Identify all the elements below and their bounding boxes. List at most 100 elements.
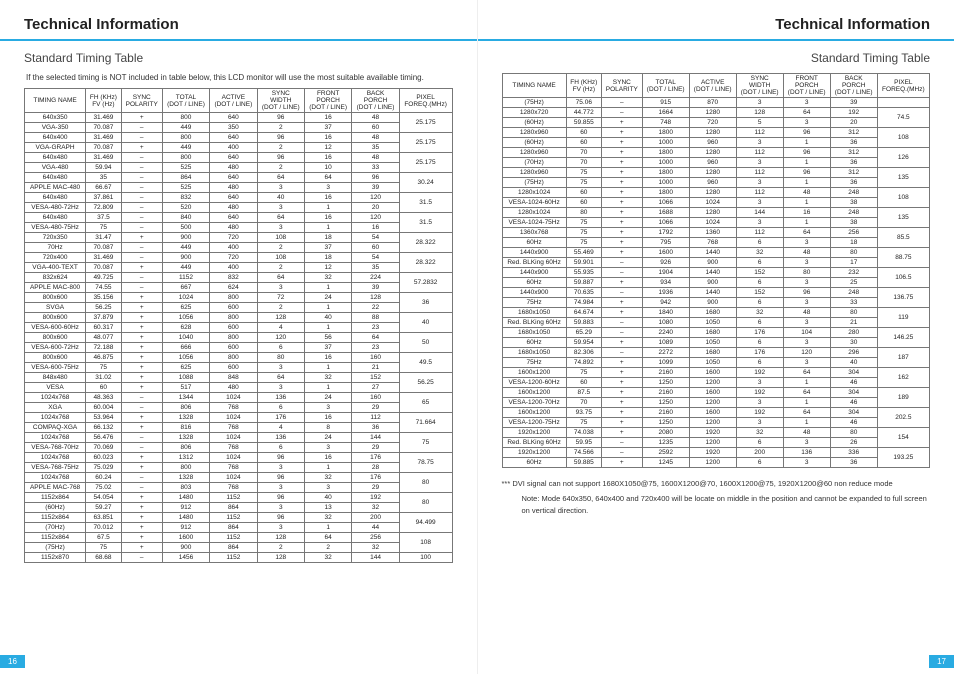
table-row: 1360x76875+179213601126425685.5 <box>502 228 930 238</box>
table-row: VGA-GRAPH70.087+44940021235 <box>25 143 453 153</box>
col-header: BACKPORCH(DOT / LINE) <box>352 89 399 113</box>
table-row: 1024x76853.964+132810241761611271.664 <box>25 413 453 423</box>
table-row: 848x48031.02+1088848643215256.25 <box>25 373 453 383</box>
table-row: 60Hz59.887+9349006325 <box>502 278 930 288</box>
table-row: 70Hz70.087–44940023760 <box>25 243 453 253</box>
page-title-left: Technical Information <box>24 16 453 33</box>
table-row: VESA-600-75Hz75+6256003121 <box>25 363 453 373</box>
table-row: 640x48035–86464064649630.24 <box>25 173 453 183</box>
table-row: APPLE MAC-80074.55–6676243139 <box>25 283 453 293</box>
table-row: Red. BLKing 60Hz59.901–9269006317 <box>502 258 930 268</box>
col-header: TIMING NAME <box>25 89 86 113</box>
table-row: 1152x86467.5+1600115212864256108 <box>25 533 453 543</box>
table-row: 1440x90070.635–1936144015296248136.75 <box>502 288 930 298</box>
table-row: VESA-1200-75Hz75+125012003146 <box>502 418 930 428</box>
table-row: (75Hz)75+10009603136 <box>502 178 930 188</box>
table-row: VESA-768-75Hz75.029+8007683128 <box>25 463 453 473</box>
table-row: (70Hz)70+10009603136 <box>502 158 930 168</box>
table-row: VESA-600-72Hz72.188+66660063723 <box>25 343 453 353</box>
table-row: 1280x96070+1800128011296312126 <box>502 148 930 158</box>
table-row: VESA-480-72Hz72.809–5204803120 <box>25 203 453 213</box>
col-header: SYNCPOLARITY <box>601 74 642 98</box>
table-row: 1280x96075+1800128011296312135 <box>502 168 930 178</box>
subhead-left: Standard Timing Table <box>24 51 453 65</box>
table-row: (70Hz)70.012+9128643144 <box>25 523 453 533</box>
table-row: VESA-600-60Hz60.317+6286004123 <box>25 323 453 333</box>
table-row: 1280x102460+1800128011248248108 <box>502 188 930 198</box>
timing-table-right: TIMING NAMEFH (KHz)FV (Hz)SYNCPOLARITYTO… <box>502 73 931 468</box>
table-row: 720x40031.469–900720108185428.322 <box>25 253 453 263</box>
table-row: 75Hz74.984+9429006333 <box>502 298 930 308</box>
table-row: VESA-480-75Hz75–5004803116 <box>25 223 453 233</box>
col-header: PIXELFOREQ.(MHz) <box>399 89 452 113</box>
col-header: SYNCWIDTH(DOT / LINE) <box>736 74 783 98</box>
table-row: 640x48031.469–80064096164825.175 <box>25 153 453 163</box>
table-row: 1600x120087.5+2160160019264304189 <box>502 388 930 398</box>
table-row: 640x48037.861–832640401612031.5 <box>25 193 453 203</box>
table-row: XGA60.004–8067686329 <box>25 403 453 413</box>
page-title-right: Technical Information <box>502 16 931 33</box>
page-number-right: 17 <box>929 655 954 668</box>
table-row: VESA-1200-70Hz70+125012003146 <box>502 398 930 408</box>
table-row: 800x60037.879+1056800128408840 <box>25 313 453 323</box>
table-row: VESA-1024-75Hz75+106610243138 <box>502 218 930 228</box>
table-row: VGA-48059.94–52548021033 <box>25 163 453 173</box>
table-row: VESA-1200-60Hz60+125012003146 <box>502 378 930 388</box>
table-row: 60Hz59.954+108910506330 <box>502 338 930 348</box>
table-row: 60Hz59.885+124512006336 <box>502 458 930 468</box>
col-header: FRONTPORCH(DOT / LINE) <box>304 89 351 113</box>
table-row: (75Hz)75+9008642232 <box>25 543 453 553</box>
rule <box>0 39 477 41</box>
table-row: 1024x76860.023+13121024961617678.75 <box>25 453 453 463</box>
table-row: 1024x76856.476–132810241362414475 <box>25 433 453 443</box>
page-right: Technical Information Standard Timing Ta… <box>478 0 954 674</box>
table-row: 1600x120093.75+2160160019264304202.5 <box>502 408 930 418</box>
table-row: 640x48037.5–840640641612031.5 <box>25 213 453 223</box>
subhead-right: Standard Timing Table <box>502 51 931 65</box>
table-row: 1152x87068.68–1456115212832144100 <box>25 553 453 563</box>
notes: *** DVI signal can not support 1680X1050… <box>502 478 931 516</box>
table-row: APPLE MAC-48066.67–5254803339 <box>25 183 453 193</box>
note-dvi: *** DVI signal can not support 1680X1050… <box>502 478 931 489</box>
col-header: FH (KHz)FV (Hz) <box>86 89 122 113</box>
table-row: 60Hz75+7957686318 <box>502 238 930 248</box>
table-row: (75Hz)75.06–9158703339 <box>502 98 930 108</box>
table-row: 1440x90055.935–1904144015280232106.5 <box>502 268 930 278</box>
table-row: 1680x105082.306–22721680176120296187 <box>502 348 930 358</box>
col-header: FRONTPORCH(DOT / LINE) <box>783 74 830 98</box>
table-row: SVGA56.25+6256002122 <box>25 303 453 313</box>
table-row: 1024x76860.24–13281024963217680 <box>25 473 453 483</box>
table-row: 1280x72044.772–166412801286419274.5 <box>502 108 930 118</box>
table-row: 832x62449.725–1152832643222457.2832 <box>25 273 453 283</box>
table-row: VESA-1024-60Hz60+106610243138 <box>502 198 930 208</box>
note-vert: Note: Mode 640x350, 640x400 and 720x400 … <box>522 493 931 516</box>
table-row: Red. BLKing 60Hz59.883–108010506321 <box>502 318 930 328</box>
table-row: 800x60048.077+1040800120566450 <box>25 333 453 343</box>
table-row: (60Hz)60+10009603136 <box>502 138 930 148</box>
table-row: 640x35031.469+80064096164825.175 <box>25 113 453 123</box>
table-row: 1600x120075+2160160019264304162 <box>502 368 930 378</box>
rule <box>478 39 954 41</box>
table-row: 1680x105064.674+18401680324880119 <box>502 308 930 318</box>
col-header: SYNCWIDTH(DOT / LINE) <box>257 89 304 113</box>
table-row: 800x60046.875+1056800801616049.5 <box>25 353 453 363</box>
table-row: 1680x105065.29–22401680176104280146.25 <box>502 328 930 338</box>
page-left: Technical Information Standard Timing Ta… <box>0 0 478 674</box>
table-row: Red. BLKing 60Hz59.95–123512006326 <box>502 438 930 448</box>
col-header: BACKPORCH(DOT / LINE) <box>830 74 877 98</box>
table-row: (60Hz)59.27+91286431332 <box>25 503 453 513</box>
table-row: VESA-768-70Hz70.069–8067686329 <box>25 443 453 453</box>
table-row: 1024x76848.363–134410241362416065 <box>25 393 453 403</box>
table-row: (60Hz)59.855+7487205320 <box>502 118 930 128</box>
table-row: 1280x102480+1688128014416248135 <box>502 208 930 218</box>
col-header: FH (KHz)FV (Hz) <box>566 74 601 98</box>
table-row: APPLE MAC-76875.02–8037683329 <box>25 483 453 493</box>
col-header: TOTAL(DOT / LINE) <box>642 74 689 98</box>
table-row: 1920x120074.038+20801920324880154 <box>502 428 930 438</box>
table-row: 1280x96060+1800128011296312108 <box>502 128 930 138</box>
timing-table-left: TIMING NAMEFH (KHz)FV (Hz)SYNCPOLARITYTO… <box>24 88 453 563</box>
table-row: 1440x90055.469+1600144032488088.75 <box>502 248 930 258</box>
table-row: VGA-400-TEXT70.087+44940021235 <box>25 263 453 273</box>
table-row: 1152x86463.851+14801152963220094.499 <box>25 513 453 523</box>
table-row: VESA60+5174803127 <box>25 383 453 393</box>
